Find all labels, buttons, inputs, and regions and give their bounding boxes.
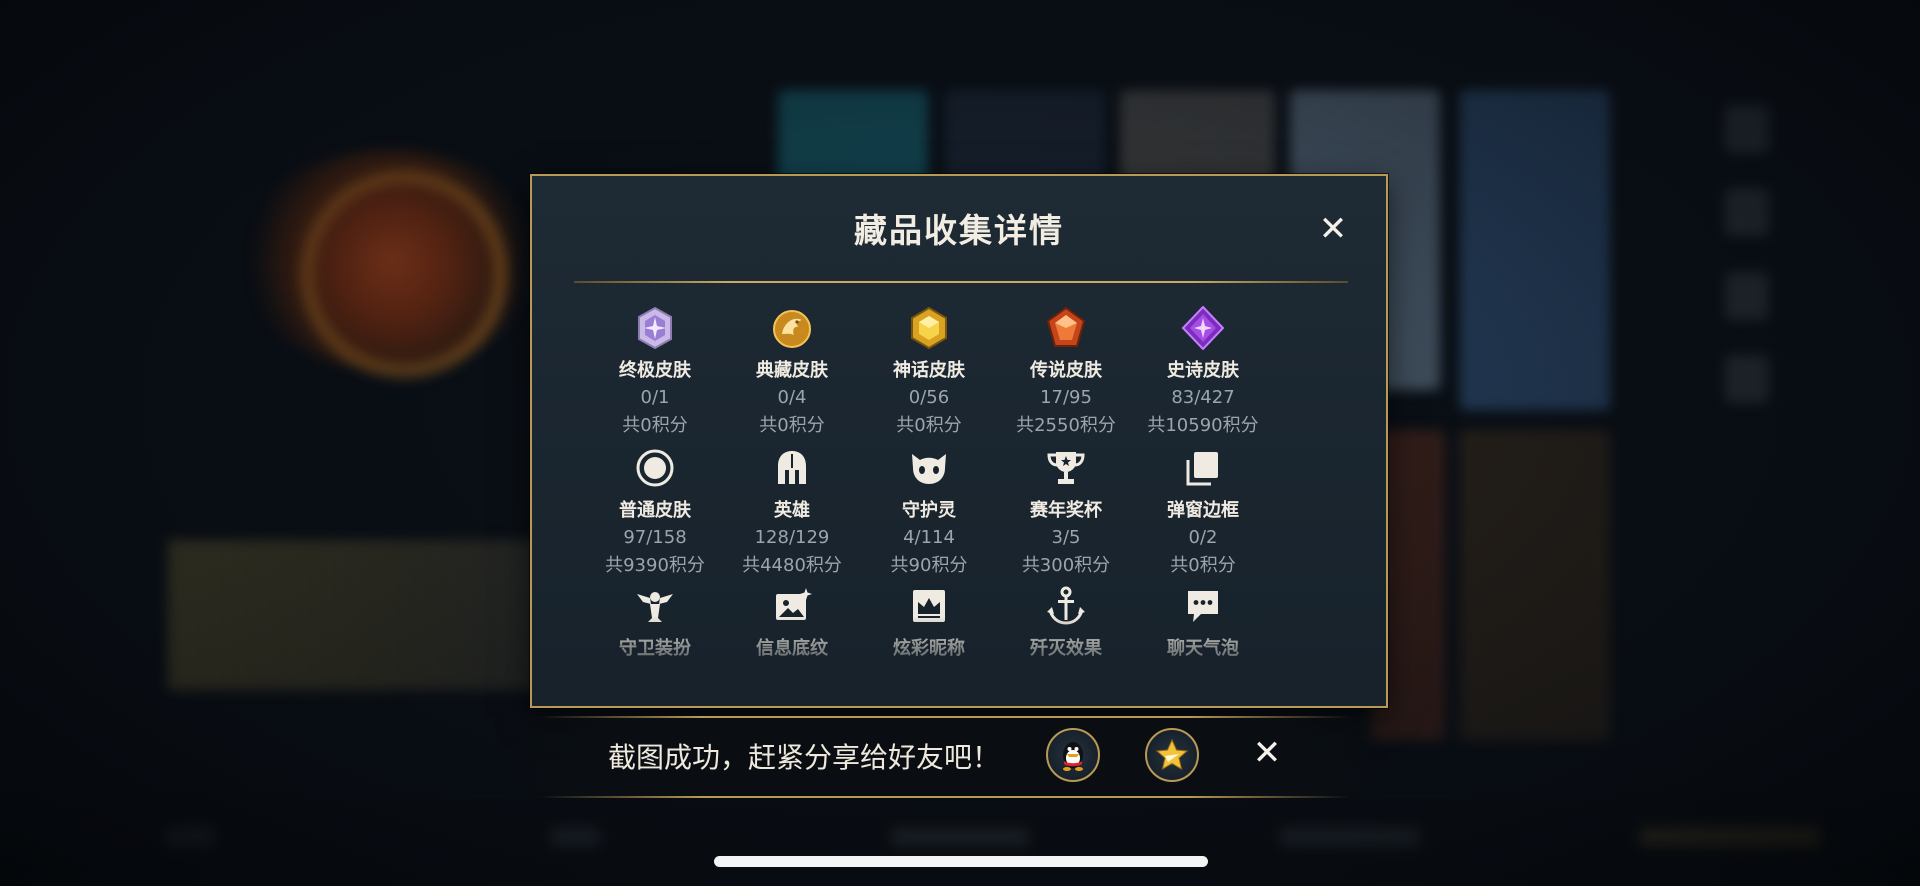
season-trophy-icon (1047, 452, 1085, 484)
item-count: 4/114 (903, 527, 955, 548)
hero-helmet-icon (778, 451, 806, 484)
info-background-icon (776, 588, 812, 620)
item-points: 共90积分 (890, 555, 968, 576)
item-count: 0/4 (777, 387, 807, 408)
item-points: 共0积分 (759, 415, 825, 436)
collection-item-ultimate-skin[interactable]: 终极皮肤 0/1 共0积分 (586, 306, 724, 437)
share-bar-bottom-divider (540, 796, 1350, 798)
home-indicator[interactable] (714, 856, 1208, 867)
collection-item-mythic-skin[interactable]: 神话皮肤 0/56 共0积分 (860, 306, 998, 437)
collection-item-normal-skin[interactable]: 普通皮肤 97/158 共9390积分 (586, 446, 724, 577)
collection-item-popup-frame[interactable]: 弹窗边框 0/2 共0积分 (1134, 446, 1272, 577)
item-count: 0/2 (1188, 527, 1218, 548)
item-points: 共10590积分 (1147, 415, 1259, 436)
treasured-skin-dragon-icon (773, 310, 811, 348)
normal-skin-circle-icon (636, 449, 674, 487)
collection-item-guardian-spirit[interactable]: 守护灵 4/114 共90积分 (860, 446, 998, 577)
item-count: 97/158 (623, 527, 687, 548)
item-points: 共4480积分 (742, 555, 842, 576)
collection-item-hero[interactable]: 英雄 128/129 共4480积分 (723, 446, 861, 577)
item-points: 共0积分 (1170, 555, 1236, 576)
popup-frame-icon (1186, 452, 1218, 486)
epic-skin-gem-icon (1181, 306, 1225, 350)
item-name: 终极皮肤 (619, 360, 691, 381)
collection-item-chat-bubble[interactable]: 聊天气泡 (1134, 584, 1272, 660)
item-name: 英雄 (774, 500, 810, 521)
collection-item-info-background[interactable]: 信息底纹 (723, 584, 861, 660)
item-name: 聊天气泡 (1167, 638, 1239, 659)
close-share-bar-button[interactable]: ✕ (1250, 736, 1284, 770)
mythic-skin-gem-icon (911, 306, 947, 350)
item-name: 守护灵 (902, 500, 956, 521)
item-count: 17/95 (1040, 387, 1092, 408)
item-name: 普通皮肤 (619, 500, 691, 521)
item-name: 传说皮肤 (1030, 360, 1102, 381)
dialog-title: 藏品收集详情 (854, 211, 1064, 250)
collection-item-annihilation-effect[interactable]: 歼灭效果 (997, 584, 1135, 660)
item-points: 共0积分 (622, 415, 688, 436)
item-points: 共300积分 (1021, 555, 1111, 576)
guardian-spirit-icon (912, 454, 946, 484)
item-name: 赛年奖杯 (1030, 500, 1102, 521)
collection-item-epic-skin[interactable]: 史诗皮肤 83/427 共10590积分 (1134, 306, 1272, 437)
collection-item-colorful-nickname[interactable]: 炫彩昵称 (860, 584, 998, 660)
chat-bubble-icon (1188, 591, 1218, 622)
item-points: 共9390积分 (605, 555, 705, 576)
title-divider (574, 281, 1348, 283)
item-points: 共2550积分 (1016, 415, 1116, 436)
collection-item-legend-skin[interactable]: 传说皮肤 17/95 共2550积分 (997, 306, 1135, 437)
collection-item-guard-outfit[interactable]: 守卫装扮 (586, 584, 724, 660)
item-name: 神话皮肤 (893, 360, 965, 381)
share-message: 截图成功，赶紧分享给好友吧！ (608, 741, 1001, 774)
qzone-star-icon (1155, 738, 1189, 771)
colorful-nickname-icon (913, 590, 945, 622)
screenshot-share-bar: 截图成功，赶紧分享给好友吧！ ✕ (500, 716, 1390, 798)
annihilation-effect-icon (1047, 586, 1085, 625)
item-points: 共0积分 (896, 415, 962, 436)
share-qzone-button[interactable] (1145, 728, 1199, 782)
item-name: 守卫装扮 (619, 638, 691, 659)
collection-detail-dialog: 藏品收集详情 ✕ 终极皮肤 0/1 共0积分 典藏皮肤 0/4 共0积分 神话皮… (530, 174, 1388, 708)
qq-icon (1063, 742, 1083, 771)
collection-item-season-trophy[interactable]: 赛年奖杯 3/5 共300积分 (997, 446, 1135, 577)
guard-outfit-icon (637, 592, 673, 622)
item-count: 128/129 (754, 527, 830, 548)
collection-item-treasured-skin[interactable]: 典藏皮肤 0/4 共0积分 (723, 306, 861, 437)
item-name: 炫彩昵称 (893, 638, 965, 659)
item-count: 3/5 (1051, 527, 1081, 548)
item-name: 典藏皮肤 (756, 360, 828, 381)
legend-skin-gem-icon (1046, 306, 1086, 347)
item-name: 史诗皮肤 (1167, 360, 1239, 381)
item-count: 0/1 (640, 387, 670, 408)
item-name: 歼灭效果 (1030, 638, 1102, 659)
item-name: 弹窗边框 (1167, 500, 1239, 521)
close-dialog-button[interactable]: ✕ (1318, 212, 1348, 246)
share-bar-top-divider (540, 716, 1350, 718)
ultimate-skin-gem-icon (638, 306, 672, 350)
item-name: 信息底纹 (756, 638, 828, 659)
item-count: 83/427 (1171, 387, 1235, 408)
share-qq-button[interactable] (1046, 728, 1100, 782)
item-count: 0/56 (908, 387, 950, 408)
